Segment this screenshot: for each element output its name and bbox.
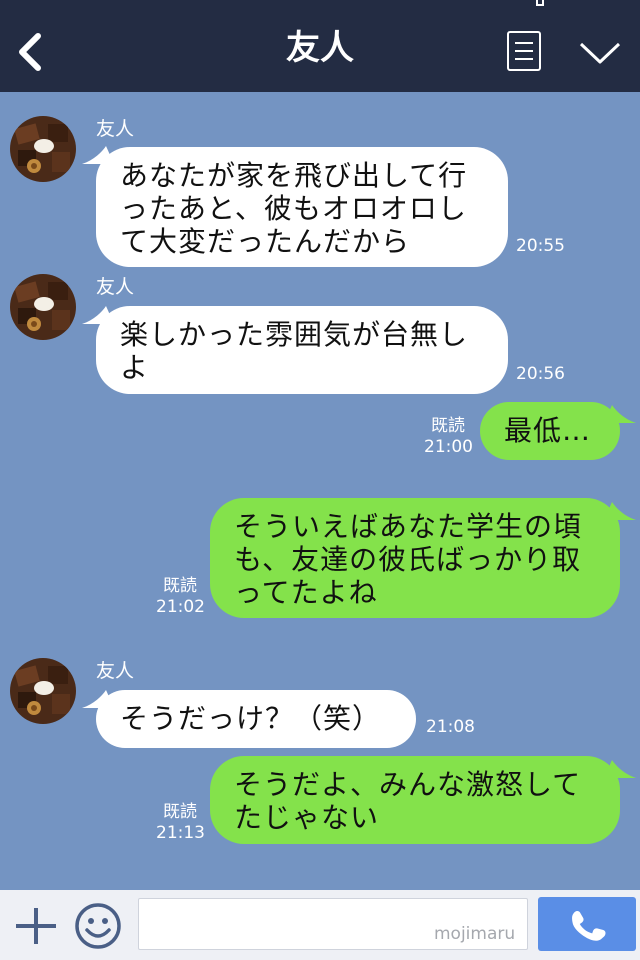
watermark: mojimaru bbox=[434, 924, 516, 944]
message-time: 21:02 bbox=[156, 597, 205, 617]
read-label: 既読 bbox=[163, 576, 197, 596]
call-button[interactable] bbox=[538, 897, 636, 951]
message-time: 21:13 bbox=[156, 823, 205, 843]
read-receipt: 既読 21:02 bbox=[156, 576, 205, 618]
message-bubble: 最低… bbox=[480, 402, 620, 460]
message-time: 21:00 bbox=[424, 437, 473, 457]
sender-name: 友人 bbox=[96, 660, 135, 682]
avatar[interactable] bbox=[10, 116, 76, 182]
message-time: 20:56 bbox=[516, 364, 565, 384]
avatar[interactable] bbox=[10, 658, 76, 724]
phone-icon bbox=[572, 911, 606, 941]
read-receipt: 既読 21:00 bbox=[424, 416, 473, 458]
plus-icon[interactable] bbox=[14, 906, 58, 946]
menu-icon[interactable] bbox=[507, 31, 541, 71]
message-time: 21:08 bbox=[426, 717, 475, 737]
sender-name: 友人 bbox=[96, 276, 135, 298]
read-label: 既読 bbox=[431, 416, 465, 436]
message-time: 20:55 bbox=[516, 236, 565, 256]
read-label: 既読 bbox=[163, 802, 197, 822]
message-bubble: そういえばあなた学生の頃 も、友達の彼氏ばっかり取 ってたよね bbox=[210, 498, 620, 618]
status-notch bbox=[536, 0, 544, 6]
read-receipt: 既読 21:13 bbox=[156, 802, 205, 844]
chat-header: 友人 bbox=[0, 0, 640, 92]
message-bubble: そうだよ、みんな激怒して たじゃない bbox=[210, 756, 620, 844]
chevron-down-icon[interactable] bbox=[578, 38, 622, 68]
chat-title: 友人 bbox=[286, 28, 354, 68]
bubble-tail bbox=[604, 502, 636, 520]
sender-name: 友人 bbox=[96, 118, 135, 140]
bubble-tail bbox=[604, 405, 636, 423]
avatar[interactable] bbox=[10, 274, 76, 340]
message-bubble: そうだっけ？（笑） bbox=[96, 690, 416, 748]
message-bubble: あなたが家を飛び出して行 ったあと、彼もオロオロし て大変だったんだから bbox=[96, 147, 508, 267]
message-bubble: 楽しかった雰囲気が台無し よ bbox=[96, 306, 508, 394]
emoji-icon[interactable] bbox=[74, 902, 122, 950]
bubble-tail bbox=[604, 760, 636, 778]
